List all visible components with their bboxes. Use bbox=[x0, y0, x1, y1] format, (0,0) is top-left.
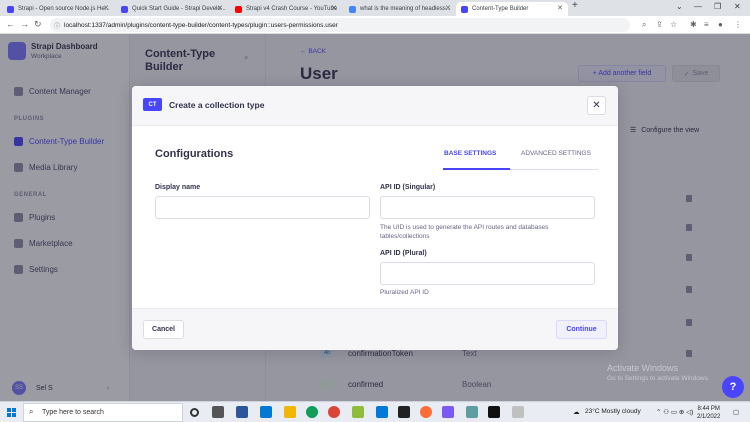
profile-icon[interactable]: ● bbox=[718, 20, 723, 29]
modal-title: Create a collection type bbox=[169, 100, 265, 110]
reload-icon[interactable]: ↻ bbox=[34, 19, 42, 30]
help-button[interactable]: ? bbox=[722, 376, 744, 398]
browser-tab-active[interactable]: Content-Type Builder ✕ bbox=[456, 2, 568, 16]
api-id-singular-input[interactable] bbox=[380, 196, 595, 219]
active-tab-indicator bbox=[443, 168, 510, 170]
vscode-icon[interactable] bbox=[376, 406, 388, 418]
minimize-icon[interactable]: — bbox=[694, 2, 702, 11]
windows-taskbar: ⌕ Type here to search ☁ 23°C Mostly clou… bbox=[0, 401, 750, 422]
address-bar[interactable]: ⓘ localhost:1337/admin/plugins/content-t… bbox=[50, 18, 630, 32]
youtube-favicon-icon bbox=[235, 6, 242, 13]
display-name-input[interactable] bbox=[155, 196, 370, 219]
new-tab-plus-icon[interactable]: + bbox=[572, 0, 578, 11]
notification-icon[interactable]: ▢ bbox=[733, 408, 739, 416]
share-icon[interactable]: ⇪ bbox=[656, 20, 663, 29]
close-window-icon[interactable]: ✕ bbox=[734, 2, 741, 11]
tab-search-chevron-icon[interactable]: ⌄ bbox=[676, 2, 683, 11]
browser-tab[interactable]: Strapi - Open source Node.js He... ✕ bbox=[2, 2, 114, 16]
restore-icon[interactable]: ❐ bbox=[714, 2, 721, 11]
api-id-singular-label: API ID (Singular) bbox=[380, 184, 436, 191]
section-title: Configurations bbox=[155, 148, 234, 160]
paint-icon[interactable] bbox=[512, 406, 524, 418]
file-explorer-icon[interactable] bbox=[284, 406, 296, 418]
back-arrow-icon[interactable]: ← bbox=[6, 19, 15, 29]
app-icon[interactable] bbox=[466, 406, 478, 418]
browser-tab[interactable]: Strapi v4 Crash Course - YouTube ✕ bbox=[230, 2, 342, 16]
close-button[interactable]: ✕ bbox=[587, 96, 606, 115]
search-icon: ⌕ bbox=[29, 407, 34, 416]
edge-browser-icon[interactable] bbox=[306, 406, 318, 418]
cortana-icon[interactable] bbox=[190, 408, 199, 417]
continue-button[interactable]: Continue bbox=[556, 320, 607, 339]
terminal-icon[interactable] bbox=[398, 406, 410, 418]
mail-icon[interactable] bbox=[260, 406, 272, 418]
system-clock[interactable]: 8:44 PM 2/1/2022 bbox=[697, 405, 720, 421]
api-id-plural-input[interactable] bbox=[380, 262, 595, 285]
postman-icon[interactable] bbox=[420, 406, 432, 418]
extensions-icon[interactable]: ✱ bbox=[690, 20, 697, 29]
close-tab-icon[interactable]: ✕ bbox=[103, 4, 109, 12]
close-tab-icon[interactable]: ✕ bbox=[217, 4, 223, 12]
weather-status[interactable]: 23°C Mostly cloudy bbox=[585, 408, 641, 415]
info-icon[interactable]: ⓘ bbox=[54, 21, 60, 30]
collection-type-badge: CT bbox=[143, 98, 162, 111]
tab-base-settings[interactable]: BASE SETTINGS bbox=[444, 150, 496, 157]
create-collection-modal: CT Create a collection type ✕ Configurat… bbox=[132, 86, 618, 350]
close-tab-icon[interactable]: ✕ bbox=[445, 4, 451, 12]
task-view-icon[interactable] bbox=[212, 406, 224, 418]
browser-tab[interactable]: Quick Start Guide - Strapi Develo... ✕ bbox=[116, 2, 228, 16]
close-tab-icon[interactable]: ✕ bbox=[331, 4, 337, 12]
menu-dots-icon[interactable]: ⋮ bbox=[734, 20, 742, 29]
display-name-label: Display name bbox=[155, 184, 201, 191]
close-icon: ✕ bbox=[592, 100, 601, 111]
browser-toolbar: ← → ↻ ⓘ localhost:1337/admin/plugins/con… bbox=[0, 16, 750, 34]
modal-footer: Cancel Continue bbox=[132, 308, 618, 350]
taskbar-search-input[interactable]: ⌕ Type here to search bbox=[23, 403, 183, 422]
reading-list-icon[interactable]: ≡ bbox=[704, 20, 709, 29]
google-favicon-icon bbox=[349, 6, 356, 13]
strapi-favicon-icon bbox=[7, 6, 14, 13]
close-tab-icon[interactable]: ✕ bbox=[557, 4, 563, 12]
console-icon[interactable] bbox=[488, 406, 500, 418]
tab-advanced-settings[interactable]: ADVANCED SETTINGS bbox=[521, 150, 591, 157]
notepad-plus-icon[interactable] bbox=[352, 406, 364, 418]
strapi-favicon-icon bbox=[121, 6, 128, 13]
api-id-singular-hint: The UID is used to generate the API rout… bbox=[380, 224, 549, 240]
bookmark-star-icon[interactable]: ☆ bbox=[670, 20, 677, 29]
windows-start-icon[interactable] bbox=[7, 408, 16, 417]
modal-header: CT Create a collection type ✕ bbox=[132, 86, 618, 126]
weather-icon[interactable]: ☁ bbox=[573, 408, 580, 416]
api-id-plural-label: API ID (Plural) bbox=[380, 250, 427, 257]
api-id-plural-hint: Pluralized API ID bbox=[380, 289, 429, 296]
strapi-favicon-icon bbox=[461, 6, 468, 13]
forward-arrow-icon[interactable]: → bbox=[20, 19, 29, 29]
zoom-icon[interactable]: ⌕ bbox=[642, 20, 646, 30]
browser-tab-bar: Strapi - Open source Node.js He... ✕ Qui… bbox=[0, 0, 750, 16]
github-desktop-icon[interactable] bbox=[442, 406, 454, 418]
network-icon[interactable]: ⌃ ⚇ ▭ ⊕ ◁) bbox=[656, 408, 693, 416]
cancel-button[interactable]: Cancel bbox=[143, 320, 184, 339]
browser-tab[interactable]: what is the meaning of headless... ✕ bbox=[344, 2, 456, 16]
activate-windows-notice: Activate Windows Go to Settings to activ… bbox=[607, 363, 710, 382]
chrome-browser-icon[interactable] bbox=[328, 406, 340, 418]
widgets-icon[interactable] bbox=[236, 406, 248, 418]
